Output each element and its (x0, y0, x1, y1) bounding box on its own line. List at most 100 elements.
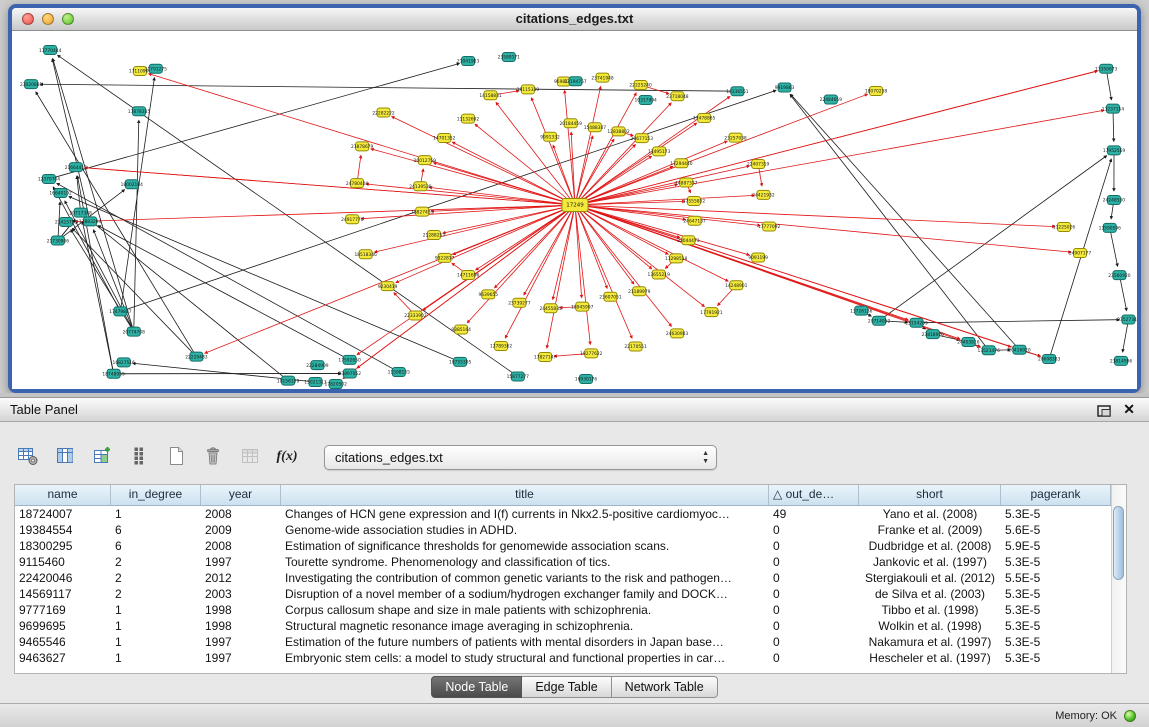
table-cell[interactable]: 9465546 (15, 634, 111, 650)
table-cell[interactable]: Jankovic et al. (1997) (859, 554, 1001, 570)
table-cell[interactable]: 1997 (201, 650, 281, 666)
table-cell[interactable]: 2 (111, 554, 201, 570)
column-header-title[interactable]: title (281, 485, 769, 505)
window-zoom-button[interactable] (62, 13, 74, 25)
network-window[interactable]: citations_edges.txt 99913322018445915488… (8, 4, 1141, 393)
table-import-button[interactable] (236, 443, 264, 471)
table-cell[interactable]: 0 (769, 634, 859, 650)
table-cell[interactable]: 0 (769, 602, 859, 618)
table-cell[interactable]: Yano et al. (2008) (859, 506, 1001, 522)
table-cell[interactable]: 2003 (201, 586, 281, 602)
table-cell[interactable]: 2008 (201, 506, 281, 522)
table-cell[interactable]: 9115460 (15, 554, 111, 570)
table-cell[interactable]: 5.3E-5 (1001, 586, 1111, 602)
row-details-button[interactable] (125, 443, 153, 471)
table-cell[interactable]: Embryonic stem cells: a model to study s… (281, 650, 769, 666)
table-cell[interactable]: 1998 (201, 618, 281, 634)
table-cell[interactable]: 22420046 (15, 570, 111, 586)
table-cell[interactable]: 9699695 (15, 618, 111, 634)
table-cell[interactable]: Changes of HCN gene expression and I(f) … (281, 506, 769, 522)
table-cell[interactable]: Tourette syndrome. Phenomenology and cla… (281, 554, 769, 570)
column-header-name[interactable]: name (15, 485, 111, 505)
table-cell[interactable]: 5.3E-5 (1001, 602, 1111, 618)
table-row[interactable]: 2242004622012Investigating the contribut… (15, 570, 1126, 586)
table-cell[interactable]: 0 (769, 650, 859, 666)
table-cell[interactable]: Tibbo et al. (1998) (859, 602, 1001, 618)
table-cell[interactable]: 18724007 (15, 506, 111, 522)
function-builder-button[interactable]: f(x) (273, 443, 301, 471)
table-row[interactable]: 946362711997Embryonic stem cells: a mode… (15, 650, 1126, 666)
vertical-scrollbar[interactable] (1111, 485, 1126, 673)
network-graph[interactable]: 9991332201844591548834712838802206771531… (12, 31, 1137, 389)
table-cell[interactable]: 2012 (201, 570, 281, 586)
table-cell[interactable]: 1998 (201, 602, 281, 618)
table-row[interactable]: 969969511998Structural magnetic resonanc… (15, 618, 1126, 634)
column-header-short[interactable]: short (859, 485, 1001, 505)
table-cell[interactable]: Structural magnetic resonance image aver… (281, 618, 769, 634)
table-row[interactable]: 1830029562008Estimation of significance … (15, 538, 1126, 554)
table-cell[interactable]: 1 (111, 650, 201, 666)
table-cell[interactable]: 18300295 (15, 538, 111, 554)
table-cell[interactable]: 2 (111, 586, 201, 602)
window-close-button[interactable] (22, 13, 34, 25)
tab-node-table[interactable]: Node Table (431, 676, 522, 698)
delete-column-button[interactable] (199, 443, 227, 471)
table-cell[interactable]: 1997 (201, 634, 281, 650)
scrollbar-thumb[interactable] (1113, 506, 1124, 580)
table-cell[interactable]: 1 (111, 506, 201, 522)
table-cell[interactable]: 5.5E-5 (1001, 570, 1111, 586)
table-cell[interactable]: 5.3E-5 (1001, 634, 1111, 650)
table-cell[interactable]: 0 (769, 522, 859, 538)
table-cell[interactable]: Genome-wide association studies in ADHD. (281, 522, 769, 538)
column-header-in_degree[interactable]: in_degree (111, 485, 201, 505)
table-cell[interactable]: Disruption of a novel member of a sodium… (281, 586, 769, 602)
network-window-titlebar[interactable]: citations_edges.txt (12, 8, 1137, 31)
table-cell[interactable]: 49 (769, 506, 859, 522)
table-cell[interactable]: Nakamura et al. (1997) (859, 634, 1001, 650)
table-cell[interactable]: Stergiakouli et al. (2012) (859, 570, 1001, 586)
tab-edge-table[interactable]: Edge Table (522, 676, 611, 698)
table-cell[interactable]: 1 (111, 634, 201, 650)
table-cell[interactable]: Dudbridge et al. (2008) (859, 538, 1001, 554)
table-cell[interactable]: 5.6E-5 (1001, 522, 1111, 538)
table-cell[interactable]: 5.3E-5 (1001, 618, 1111, 634)
table-cell[interactable]: 6 (111, 522, 201, 538)
show-columns-button[interactable] (51, 443, 79, 471)
table-cell[interactable]: Hescheler et al. (1997) (859, 650, 1001, 666)
table-cell[interactable]: 6 (111, 538, 201, 554)
table-cell[interactable]: Estimation of significance thresholds fo… (281, 538, 769, 554)
table-cell[interactable]: 1997 (201, 554, 281, 570)
table-row[interactable]: 1938455462009Genome-wide association stu… (15, 522, 1126, 538)
table-mode-button[interactable] (14, 443, 42, 471)
window-minimize-button[interactable] (42, 13, 54, 25)
tab-network-table[interactable]: Network Table (612, 676, 718, 698)
table-cell[interactable]: 14569117 (15, 586, 111, 602)
table-cell[interactable]: 19384554 (15, 522, 111, 538)
table-cell[interactable]: 5.9E-5 (1001, 538, 1111, 554)
new-document-button[interactable] (162, 443, 190, 471)
network-table-selector[interactable]: citations_edges.txt ▲ ▼ (324, 445, 717, 470)
table-cell[interactable]: 5.3E-5 (1001, 506, 1111, 522)
table-cell[interactable]: 2008 (201, 538, 281, 554)
table-row[interactable]: 977716911998Corpus callosum shape and si… (15, 602, 1126, 618)
float-panel-icon[interactable] (1097, 404, 1111, 422)
column-header-pagerank[interactable]: pagerank (1001, 485, 1111, 505)
table-cell[interactable]: 1 (111, 602, 201, 618)
network-view[interactable]: 9991332201844591548834712838802206771531… (12, 31, 1137, 389)
table-row[interactable]: 946554611997Estimation of the future num… (15, 634, 1126, 650)
table-cell[interactable]: 0 (769, 586, 859, 602)
table-cell[interactable]: de Silva et al. (2003) (859, 586, 1001, 602)
table-row[interactable]: 1456911722003Disruption of a novel membe… (15, 586, 1126, 602)
table-cell[interactable]: Franke et al. (2009) (859, 522, 1001, 538)
column-header-out_de[interactable]: △ out_de… (769, 485, 859, 505)
table-row[interactable]: 911546021997Tourette syndrome. Phenomeno… (15, 554, 1126, 570)
close-panel-icon[interactable]: ✕ (1123, 401, 1135, 418)
new-column-button[interactable] (88, 443, 116, 471)
table-cell[interactable]: 0 (769, 538, 859, 554)
table-cell[interactable]: 9463627 (15, 650, 111, 666)
table-cell[interactable]: 9777169 (15, 602, 111, 618)
column-header-year[interactable]: year (201, 485, 281, 505)
table-row[interactable]: 1872400712008Changes of HCN gene express… (15, 506, 1126, 522)
table-cell[interactable]: 0 (769, 618, 859, 634)
table-cell[interactable]: Estimation of the future numbers of pati… (281, 634, 769, 650)
